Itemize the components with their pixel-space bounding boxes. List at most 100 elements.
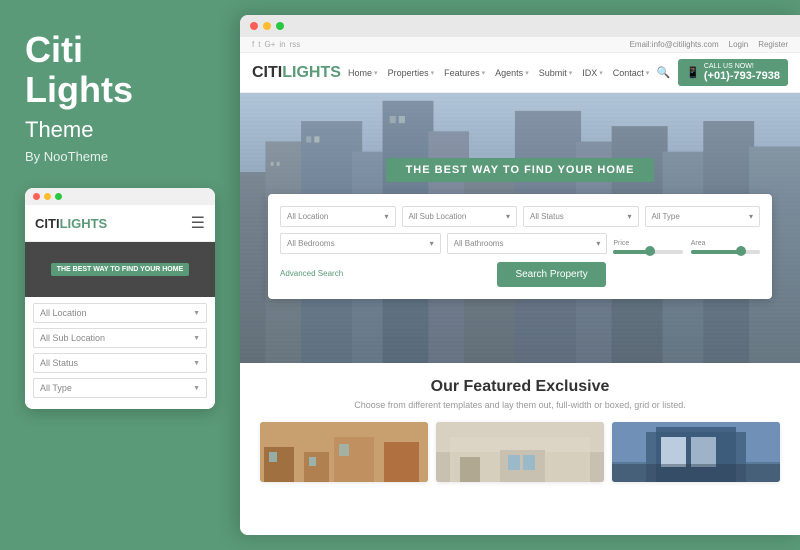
hero-content: THE BEST WAY TO FIND YOUR HOME All Locat… [268, 158, 772, 299]
site-hero: THE BEST WAY TO FIND YOUR HOME All Locat… [240, 93, 800, 363]
chevron-down-icon: ▾ [569, 69, 573, 77]
chevron-down-icon: ▼ [193, 385, 200, 392]
search-footer: Advanced Search Search Property [280, 260, 760, 287]
chevron-down-icon: ▾ [430, 239, 434, 248]
mobile-location-select[interactable]: All Location ▼ [33, 303, 207, 323]
mobile-dot-green [55, 193, 62, 200]
mobile-dot-red [33, 193, 40, 200]
brand-subtitle: Theme [25, 117, 215, 143]
chevron-down-icon: ▾ [374, 69, 378, 77]
bedrooms-select[interactable]: All Bedrooms ▾ [280, 233, 441, 254]
nav-contact[interactable]: Contact ▾ [613, 68, 650, 78]
mobile-dot-yellow [44, 193, 51, 200]
logo-highlight: LIGHTS [282, 64, 341, 81]
nav-features[interactable]: Features ▾ [444, 68, 485, 78]
chevron-down-icon: ▾ [596, 239, 600, 248]
brand-title: Citi Lights [25, 30, 215, 109]
left-panel: Citi Lights Theme By NooTheme CITILIGHTS… [0, 0, 240, 550]
search-row-2: All Bedrooms ▾ All Bathrooms ▾ Price [280, 233, 760, 254]
call-info: CALL US NOW! (+01)-793-7938 [704, 63, 780, 82]
social-links: f t G+ in rss [252, 40, 300, 49]
area-label: Area [691, 240, 760, 247]
mobile-mockup: CITILIGHTS ☰ THE BEST WAY TO FIND YOUR H… [25, 188, 215, 409]
register-link[interactable]: Register [758, 40, 788, 49]
rss-icon[interactable]: rss [290, 40, 301, 49]
hero-title: THE BEST WAY TO FIND YOUR HOME [386, 158, 655, 182]
area-slider-group: Area [691, 240, 760, 254]
site-topbar: f t G+ in rss Email:info@citilights.com … [240, 37, 800, 53]
area-slider-track[interactable] [691, 250, 760, 254]
property-image-2 [436, 422, 604, 482]
chevron-down-icon: ▾ [482, 69, 486, 77]
mobile-search-form: All Location ▼ All Sub Location ▼ All St… [25, 297, 215, 409]
browser-content: f t G+ in rss Email:info@citilights.com … [240, 37, 800, 535]
mobile-sublocation-select[interactable]: All Sub Location ▼ [33, 328, 207, 348]
featured-title: Our Featured Exclusive [260, 378, 780, 396]
browser-dot-green[interactable] [276, 22, 284, 30]
type-select[interactable]: All Type ▾ [645, 206, 761, 227]
chevron-down-icon: ▾ [599, 69, 603, 77]
topbar-right: Email:info@citilights.com Login Register [630, 40, 788, 49]
mobile-window-controls [25, 188, 215, 205]
chevron-down-icon: ▾ [506, 212, 510, 221]
property-image-3 [612, 422, 780, 482]
nav-home[interactable]: Home ▾ [348, 68, 378, 78]
nav-idx[interactable]: IDX ▾ [582, 68, 603, 78]
search-box: All Location ▾ All Sub Location ▾ All St… [268, 194, 772, 299]
mobile-status-select[interactable]: All Status ▼ [33, 353, 207, 373]
price-slider-thumb[interactable] [645, 246, 655, 256]
email-link[interactable]: Email:info@citilights.com [630, 40, 719, 49]
search-property-button[interactable]: Search Property [497, 262, 605, 287]
property-grid [260, 422, 780, 482]
price-slider-track[interactable] [613, 250, 682, 254]
nav-properties[interactable]: Properties ▾ [388, 68, 435, 78]
area-slider-thumb[interactable] [736, 246, 746, 256]
site-logo: CITILIGHTS [252, 64, 341, 82]
phone-icon: 📱 [686, 66, 700, 79]
featured-section: Our Featured Exclusive Choose from diffe… [240, 363, 800, 535]
location-select[interactable]: All Location ▾ [280, 206, 396, 227]
mobile-navbar: CITILIGHTS ☰ [25, 205, 215, 242]
chevron-down-icon: ▾ [525, 69, 529, 77]
mobile-hero-text: THE BEST WAY TO FIND YOUR HOME [51, 263, 190, 276]
chevron-down-icon: ▼ [193, 310, 200, 317]
search-icon[interactable]: 🔍 [656, 66, 670, 79]
property-image-1 [260, 422, 428, 482]
brand-by: By NooTheme [25, 149, 215, 164]
browser-mockup: f t G+ in rss Email:info@citilights.com … [240, 15, 800, 535]
mobile-logo: CITILIGHTS [35, 216, 107, 231]
browser-chrome [240, 15, 800, 37]
mobile-type-select[interactable]: All Type ▼ [33, 378, 207, 398]
featured-subtitle: Choose from different templates and lay … [260, 400, 780, 410]
chevron-down-icon: ▾ [384, 212, 388, 221]
property-card-2[interactable] [436, 422, 604, 482]
navbar-right: 🔍 📱 CALL US NOW! (+01)-793-7938 [656, 59, 788, 86]
browser-dot-yellow[interactable] [263, 22, 271, 30]
status-select[interactable]: All Status ▾ [523, 206, 639, 227]
chevron-down-icon: ▾ [431, 69, 435, 77]
advanced-search-link[interactable]: Advanced Search [280, 269, 343, 278]
twitter-icon[interactable]: t [258, 40, 260, 49]
bathrooms-select[interactable]: All Bathrooms ▾ [447, 233, 608, 254]
nav-agents[interactable]: Agents ▾ [495, 68, 529, 78]
facebook-icon[interactable]: f [252, 40, 254, 49]
nav-submit[interactable]: Submit ▾ [539, 68, 573, 78]
chevron-down-icon: ▾ [627, 212, 631, 221]
call-box: 📱 CALL US NOW! (+01)-793-7938 [678, 59, 788, 86]
chevron-down-icon: ▾ [646, 69, 650, 77]
login-link[interactable]: Login [729, 40, 749, 49]
price-slider-group: Price [613, 240, 682, 254]
chevron-down-icon: ▾ [749, 212, 753, 221]
property-card-3[interactable] [612, 422, 780, 482]
site-navigation: Home ▾ Properties ▾ Features ▾ Agents ▾ … [348, 68, 649, 78]
chevron-down-icon: ▼ [193, 360, 200, 367]
sublocation-select[interactable]: All Sub Location ▾ [402, 206, 518, 227]
browser-dot-red[interactable] [250, 22, 258, 30]
mobile-hero: THE BEST WAY TO FIND YOUR HOME [25, 242, 215, 297]
mobile-menu-icon[interactable]: ☰ [191, 213, 205, 233]
chevron-down-icon: ▼ [193, 335, 200, 342]
googleplus-icon[interactable]: G+ [264, 40, 275, 49]
property-card-1[interactable] [260, 422, 428, 482]
linkedin-icon[interactable]: in [279, 40, 285, 49]
site-navbar: CITILIGHTS Home ▾ Properties ▾ Features … [240, 53, 800, 93]
